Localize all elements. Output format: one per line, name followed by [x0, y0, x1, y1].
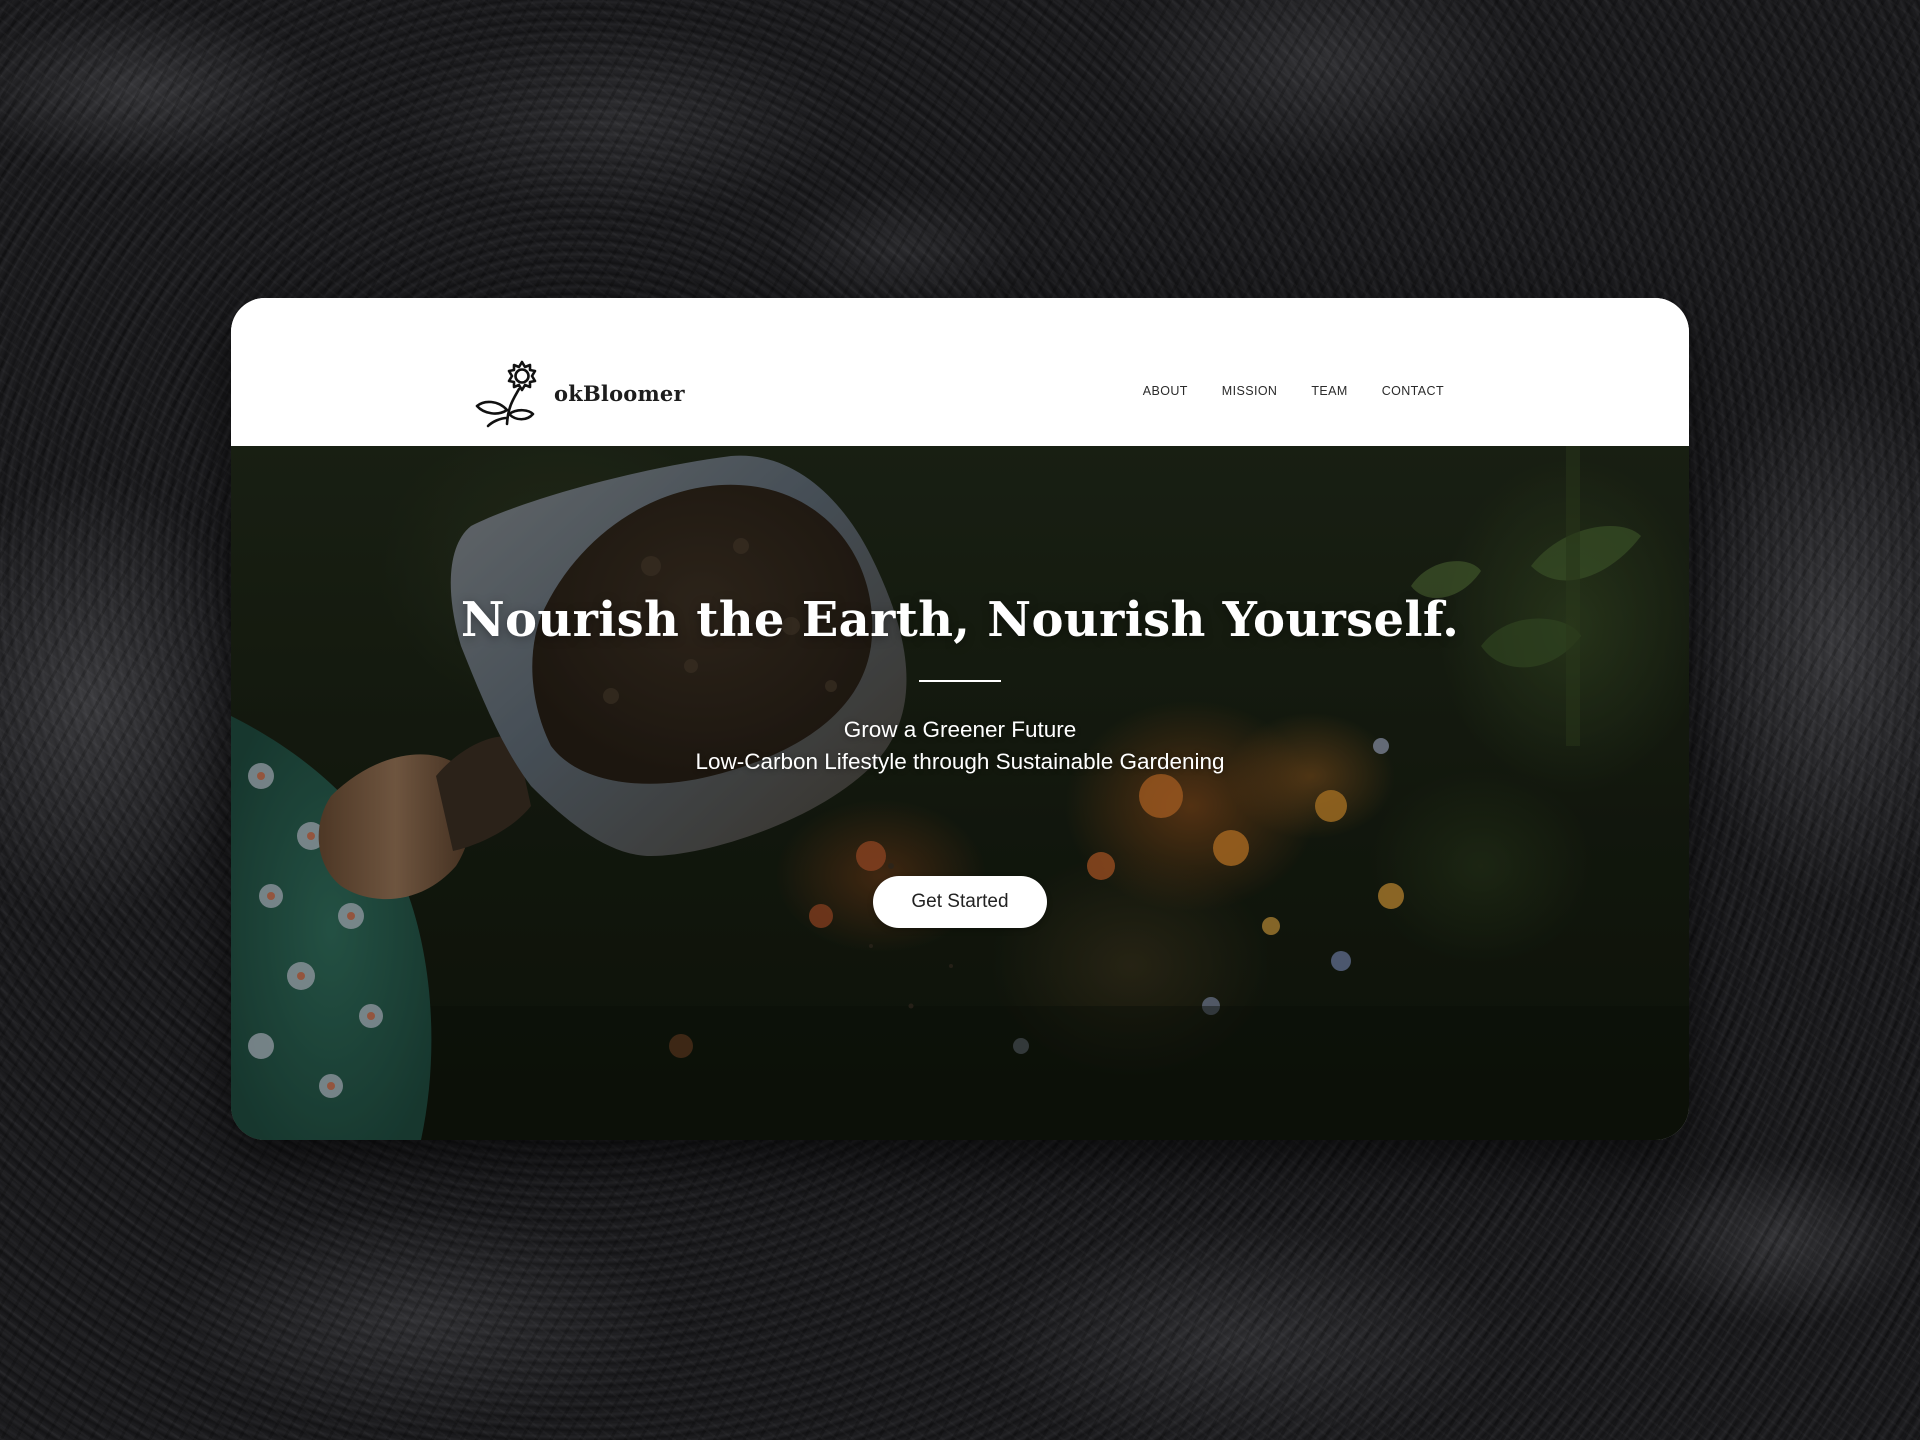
nav-link-team[interactable]: TEAM — [1311, 384, 1347, 398]
flower-sprout-icon — [475, 360, 537, 428]
nav-link-mission[interactable]: MISSION — [1222, 384, 1278, 398]
navbar: okBloomer ABOUT MISSION TEAM CONTACT — [231, 298, 1689, 446]
brand[interactable]: okBloomer — [474, 358, 685, 428]
hero-content: Nourish the Earth, Nourish Yourself. Gro… — [231, 446, 1689, 1140]
hero-subtitle: Grow a Greener Future Low-Carbon Lifesty… — [231, 714, 1689, 778]
nav-link-about[interactable]: ABOUT — [1143, 384, 1188, 398]
main-nav: ABOUT MISSION TEAM CONTACT — [1143, 384, 1444, 398]
website-mockup: okBloomer ABOUT MISSION TEAM CONTACT Nou… — [231, 298, 1689, 1140]
nav-link-contact[interactable]: CONTACT — [1382, 384, 1444, 398]
hero-divider — [919, 680, 1001, 682]
hero-section: Nourish the Earth, Nourish Yourself. Gro… — [231, 446, 1689, 1140]
hero-title: Nourish the Earth, Nourish Yourself. — [460, 592, 1460, 648]
hero-subtitle-line-1: Grow a Greener Future — [843, 717, 1077, 742]
hero-subtitle-line-2: Low-Carbon Lifestyle through Sustainable… — [695, 749, 1225, 774]
brand-name: okBloomer — [554, 380, 685, 406]
get-started-button[interactable]: Get Started — [873, 876, 1047, 928]
